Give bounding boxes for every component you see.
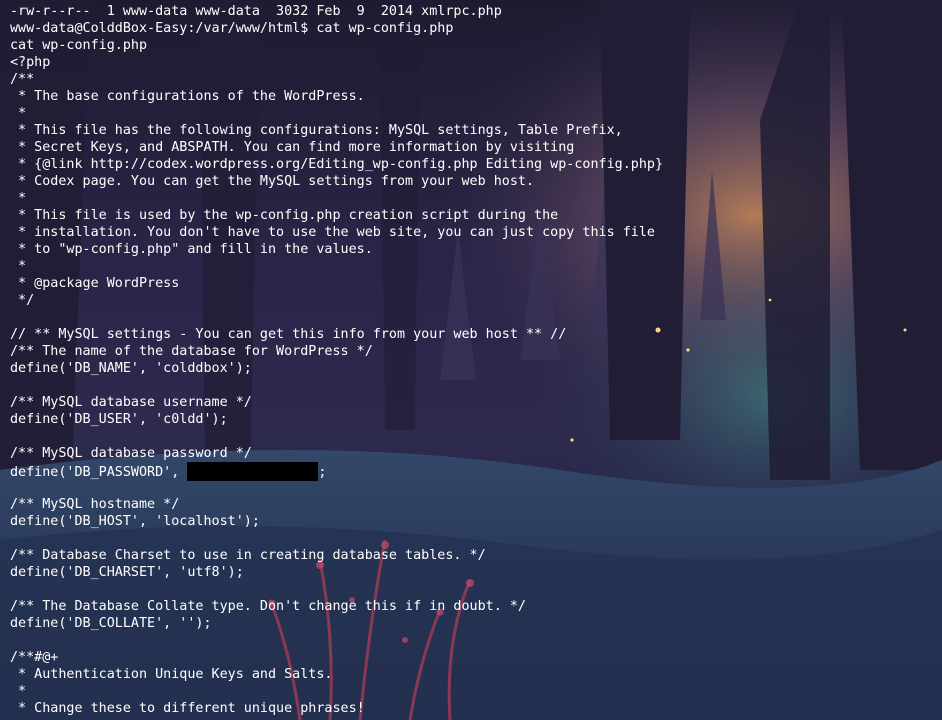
terminal-line: *: [10, 106, 27, 121]
shell-prompt-command: www-data@ColddBox-Easy:/var/www/html$ ca…: [10, 21, 454, 36]
terminal-line: * This file is used by the wp-config.php…: [10, 208, 559, 223]
terminal-line: -rw-r--r-- 1 www-data www-data 3032 Feb …: [10, 4, 502, 19]
terminal-line: /** MySQL database password */: [10, 446, 252, 461]
terminal-line: *: [10, 684, 27, 699]
db-password-prefix: define('DB_PASSWORD',: [10, 465, 188, 480]
terminal-line: * Change these to different unique phras…: [10, 701, 365, 716]
terminal-line: * @package WordPress: [10, 276, 180, 291]
terminal-line: define('DB_HOST', 'localhost');: [10, 514, 260, 529]
terminal-line: <?php: [10, 55, 51, 70]
terminal-line: * Codex page. You can get the MySQL sett…: [10, 174, 535, 189]
terminal-line: /** Database Charset to use in creating …: [10, 548, 486, 563]
terminal-line: define('DB_USER', 'c0ldd');: [10, 412, 228, 427]
terminal-line: * {@link http://codex.wordpress.org/Edit…: [10, 157, 664, 172]
terminal-line: /** MySQL database username */: [10, 395, 252, 410]
db-password-line: define('DB_PASSWORD', ;: [10, 462, 942, 481]
terminal-line: * Secret Keys, and ABSPATH. You can find…: [10, 140, 575, 155]
terminal-line: * Authentication Unique Keys and Salts.: [10, 667, 333, 682]
terminal-line: cat wp-config.php: [10, 38, 148, 53]
terminal-window[interactable]: -rw-r--r-- 1 www-data www-data 3032 Feb …: [0, 0, 942, 720]
terminal-line: */: [10, 293, 35, 308]
redaction-box: [187, 462, 319, 481]
terminal-line: define('DB_NAME', 'colddbox');: [10, 361, 252, 376]
terminal-line: /**#@+: [10, 650, 59, 665]
terminal-line: * This file has the following configurat…: [10, 123, 623, 138]
terminal-line: /** The Database Collate type. Don't cha…: [10, 599, 526, 614]
terminal-line: * to "wp-config.php" and fill in the val…: [10, 242, 373, 257]
terminal-output: -rw-r--r-- 1 www-data www-data 3032 Feb …: [10, 3, 942, 717]
terminal-line: *: [10, 191, 27, 206]
terminal-line: * The base configurations of the WordPre…: [10, 89, 365, 104]
terminal-line: * installation. You don't have to use th…: [10, 225, 655, 240]
db-password-suffix: ;: [318, 465, 327, 480]
terminal-line: *: [10, 259, 27, 274]
terminal-line: define('DB_COLLATE', '');: [10, 616, 212, 631]
terminal-line: /** The name of the database for WordPre…: [10, 344, 373, 359]
terminal-line: /** MySQL hostname */: [10, 497, 180, 512]
terminal-line: /**: [10, 72, 35, 87]
terminal-line: define('DB_CHARSET', 'utf8');: [10, 565, 244, 580]
terminal-line: // ** MySQL settings - You can get this …: [10, 327, 567, 342]
